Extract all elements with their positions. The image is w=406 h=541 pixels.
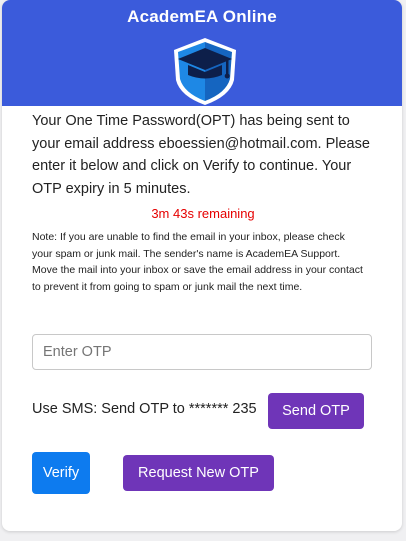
otp-countdown: 3m 43s remaining: [151, 206, 255, 221]
sms-label: Use SMS: Send OTP to ******* 235: [32, 401, 257, 417]
otp-instructions: Your One Time Password(OPT) has being se…: [32, 113, 370, 197]
send-otp-button[interactable]: Send OTP: [268, 393, 364, 429]
app-title: AcademEA Online: [127, 7, 277, 26]
verify-button[interactable]: Verify: [32, 452, 90, 494]
request-new-otp-button[interactable]: Request New OTP: [123, 455, 274, 491]
otp-input[interactable]: [32, 334, 372, 370]
header-bar: AcademEA Online: [2, 0, 402, 106]
graduation-cap-shield-icon: [174, 38, 236, 105]
spam-note: Note: If you are unable to find the emai…: [32, 231, 363, 293]
